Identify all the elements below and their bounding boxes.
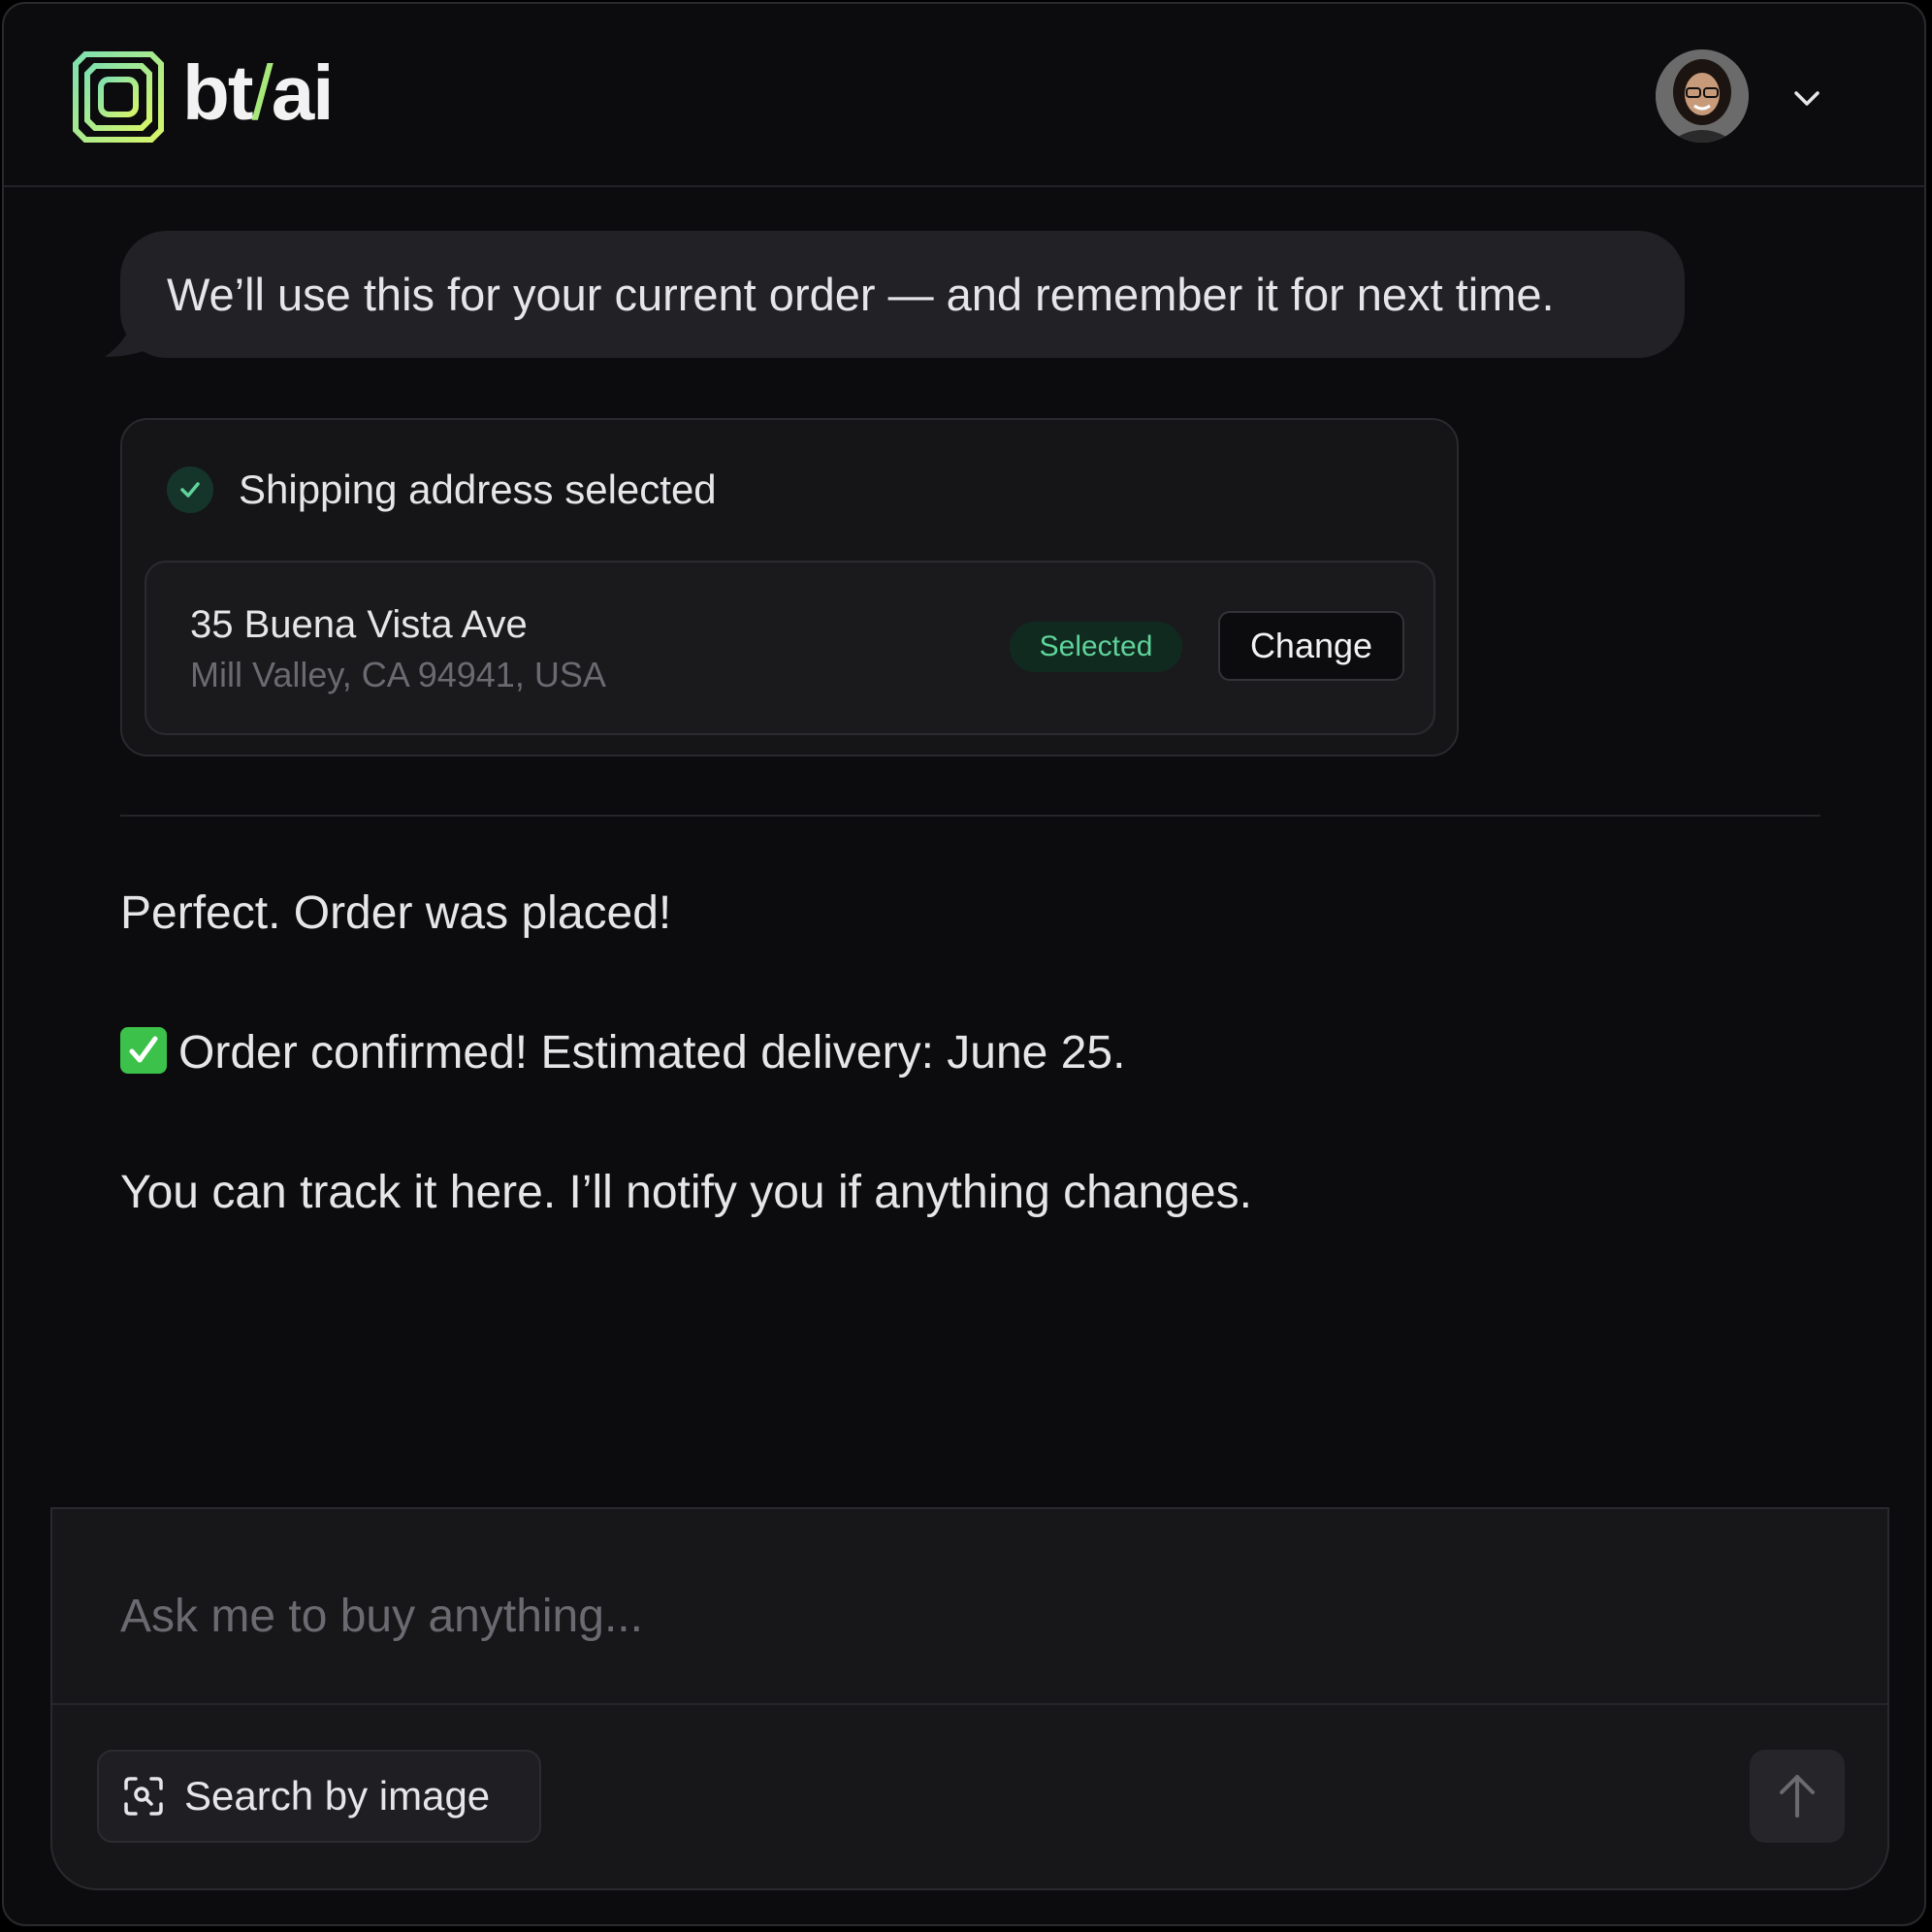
order-confirmed-text: Order confirmed! Estimated delivery: Jun… (178, 1027, 1126, 1079)
assistant-message: You can track it here. I’ll notify you i… (120, 1167, 1252, 1218)
logo-text: bt/ai (182, 49, 334, 136)
composer: Search by image (50, 1507, 1889, 1890)
chat-divider (120, 815, 1820, 817)
app-window: bt/ai We’ll use this for your current or… (2, 2, 1926, 1926)
message-input[interactable] (120, 1577, 1769, 1655)
assistant-message: Order confirmed! Estimated delivery: Jun… (120, 1022, 1125, 1084)
address-option: 35 Buena Vista Ave Mill Valley, CA 94941… (145, 561, 1435, 735)
chat-bubble: We’ll use this for your current order — … (120, 231, 1685, 358)
logo-icon (73, 51, 164, 143)
shipping-card-title: Shipping address selected (239, 467, 717, 512)
arrow-up-icon (1780, 1775, 1815, 1818)
avatar[interactable] (1656, 49, 1749, 143)
image-search-icon (124, 1777, 163, 1816)
send-button[interactable] (1750, 1750, 1845, 1843)
avatar-image (1656, 49, 1749, 143)
chat-bubble-text: We’ll use this for your current order — … (167, 269, 1555, 320)
assistant-message: Perfect. Order was placed! (120, 887, 672, 939)
composer-divider (52, 1703, 1887, 1705)
address-city: Mill Valley, CA 94941, USA (190, 655, 606, 694)
change-address-button[interactable]: Change (1218, 611, 1404, 681)
search-by-image-button[interactable]: Search by image (97, 1750, 541, 1843)
check-mark-emoji-icon (120, 1027, 167, 1074)
selected-badge: Selected (1010, 622, 1182, 672)
check-icon (167, 467, 213, 513)
top-bar: bt/ai (4, 4, 1924, 187)
shipping-address-card: Shipping address selected 35 Buena Vista… (120, 418, 1459, 757)
address-street: 35 Buena Vista Ave (190, 603, 528, 646)
chevron-down-icon[interactable] (1790, 81, 1823, 114)
search-by-image-label: Search by image (184, 1773, 491, 1819)
